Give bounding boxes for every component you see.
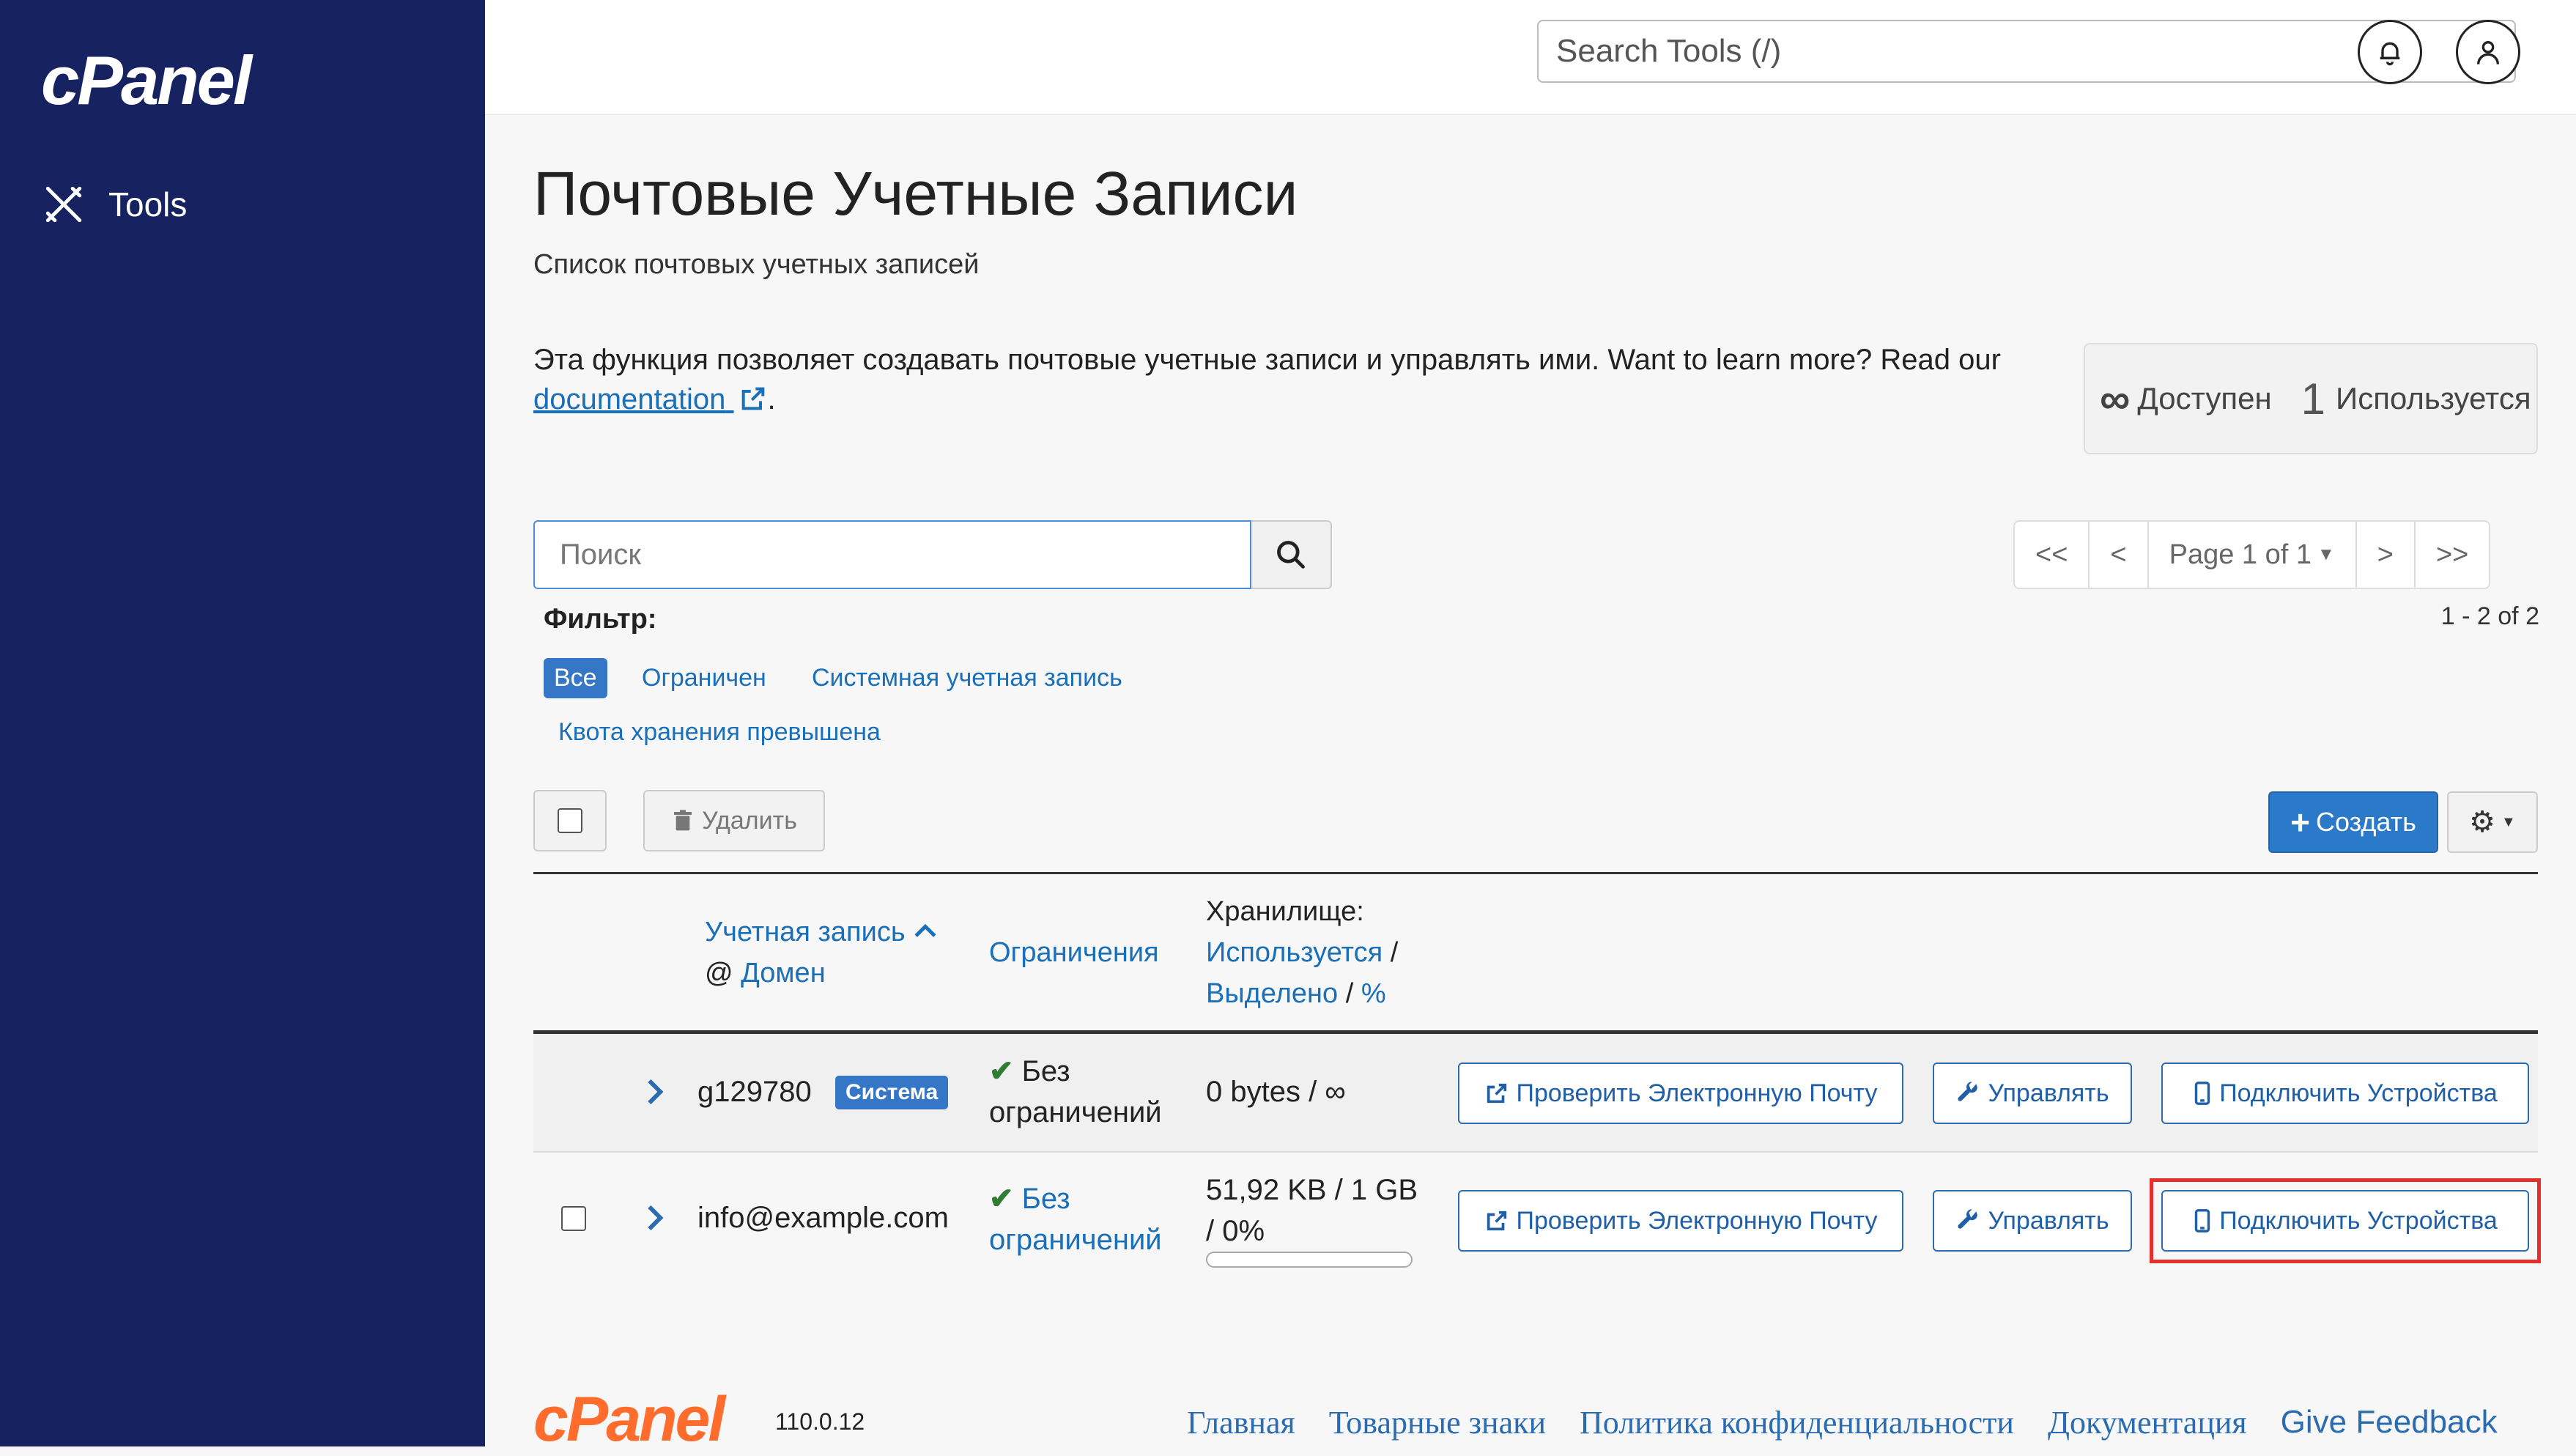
account-search-input[interactable] [533, 520, 1251, 589]
version-label: 110.0.12 [775, 1408, 865, 1435]
footer-link-feedback[interactable]: Give Feedback [2281, 1404, 2498, 1441]
storage-cell: 0 bytes / ∞ [1206, 1076, 1346, 1108]
delete-button[interactable]: Удалить [643, 790, 825, 851]
gear-icon: ⚙ [2469, 806, 2496, 838]
notifications-button[interactable] [2358, 20, 2422, 84]
account-search-button[interactable] [1251, 520, 1332, 589]
page-select[interactable]: Page 1 of 1 ▼ [2149, 522, 2357, 588]
search-icon [1277, 541, 1305, 569]
filter-restricted[interactable]: Ограничен [642, 664, 766, 692]
available-label: Доступен [2137, 381, 2272, 415]
footer-link-privacy[interactable]: Политика конфиденциальности [1580, 1404, 2014, 1441]
highlight-frame [2150, 1178, 2541, 1263]
system-badge: Система [835, 1076, 949, 1109]
sort-domain-link[interactable]: Домен [741, 958, 826, 988]
sidebar-item-tools[interactable]: Tools [42, 183, 187, 226]
check-icon: ✔ [989, 1183, 1014, 1215]
mobile-icon [2194, 1082, 2210, 1105]
used-count: 1 [2301, 374, 2326, 424]
chevron-right-icon[interactable] [643, 1203, 665, 1233]
description-text: Эта функция позволяет создавать почтовые… [533, 344, 2001, 376]
row-checkbox[interactable] [561, 1206, 586, 1231]
column-account: Учетная запись @ Домен [705, 912, 938, 994]
top-bar [485, 0, 2576, 115]
storage-cell: 51,92 KB / 1 GB / 0% [1206, 1174, 1418, 1247]
footer-link-home[interactable]: Главная [1187, 1404, 1295, 1441]
filter-system-account[interactable]: Системная учетная запись [812, 664, 1122, 692]
manage-button[interactable]: Управлять [1933, 1063, 2132, 1124]
pagination: << < Page 1 of 1 ▼ > >> [2013, 520, 2491, 589]
filter-all[interactable]: Все [544, 658, 607, 698]
sort-limits-link[interactable]: Ограничения [989, 937, 1159, 968]
footer-links: Главная Товарные знаки Политика конфиден… [1187, 1404, 2498, 1441]
create-button[interactable]: + Создать [2268, 791, 2438, 853]
user-icon [2477, 40, 2499, 64]
first-page-button[interactable]: << [2015, 522, 2090, 588]
account-search [533, 520, 1332, 589]
results-count: 1 - 2 of 2 [2440, 602, 2539, 630]
trash-icon [674, 810, 692, 831]
caret-down-icon: ▼ [2317, 544, 2335, 564]
sort-account-link[interactable]: Учетная запись [705, 917, 906, 947]
filter-label: Фильтр: [544, 604, 657, 635]
tools-search-input[interactable] [1555, 32, 2422, 70]
footer-link-trademarks[interactable]: Товарные знаки [1329, 1404, 1546, 1441]
account-name: g129780 [697, 1076, 812, 1108]
tools-icon [45, 186, 82, 223]
sidebar: cPanel Tools [0, 0, 485, 1446]
account-stats: ∞ Доступен 1 Используется [2084, 343, 2538, 454]
select-all-checkbox[interactable] [558, 808, 582, 833]
check-email-button[interactable]: Проверить Электронную Почту [1458, 1063, 1903, 1124]
check-email-button[interactable]: Проверить Электронную Почту [1458, 1190, 1903, 1252]
page-description: Эта функция позволяет создавать почтовые… [533, 344, 2001, 415]
caret-down-icon: ▼ [2501, 813, 2516, 830]
table-top-divider [533, 872, 2538, 874]
footer-cpanel-logo[interactable]: cPanel [533, 1383, 725, 1456]
plus-icon: + [2290, 803, 2311, 841]
external-link-icon [1487, 1211, 1506, 1231]
external-link-icon [741, 387, 764, 410]
account-name: info@example.com [697, 1202, 949, 1234]
last-page-button[interactable]: >> [2416, 522, 2489, 588]
wrench-icon [1958, 1082, 1978, 1101]
page-subtitle: Список почтовых учетных записей [533, 249, 980, 280]
sort-percent-link[interactable]: % [1361, 978, 1386, 1009]
column-storage: Хранилище: Используется / Выделено / % [1206, 896, 1399, 1009]
infinity-icon: ∞ [2100, 374, 2131, 423]
cpanel-logo[interactable]: cPanel [41, 41, 252, 120]
settings-dropdown[interactable]: ⚙ ▼ [2447, 791, 2538, 853]
manage-button[interactable]: Управлять [1933, 1190, 2132, 1252]
external-link-icon [1487, 1083, 1506, 1104]
column-limits: Ограничения [989, 932, 1159, 973]
documentation-link[interactable]: documentation [533, 383, 768, 415]
connect-devices-button[interactable]: Подключить Устройства [2161, 1063, 2529, 1124]
sort-allocated-link[interactable]: Выделено [1206, 978, 1338, 1009]
user-menu-button[interactable] [2456, 20, 2520, 84]
sort-used-link[interactable]: Используется [1206, 937, 1383, 968]
footer-link-documentation[interactable]: Документация [2048, 1404, 2247, 1441]
limits-cell: ✔ Без ограничений [989, 1055, 1162, 1128]
prev-page-button[interactable]: < [2090, 522, 2149, 588]
page-title: Почтовые Учетные Записи [533, 159, 1298, 228]
used-label: Используется [2336, 381, 2531, 415]
wrench-icon [1958, 1209, 1978, 1229]
bell-icon [2380, 42, 2400, 66]
check-icon: ✔ [989, 1055, 1014, 1087]
chevron-right-icon[interactable] [643, 1077, 665, 1106]
chevron-up-icon [914, 923, 936, 937]
storage-progress-bar [1206, 1252, 1413, 1268]
select-all-wrapper [533, 790, 607, 851]
sidebar-item-label: Tools [108, 185, 188, 223]
next-page-button[interactable]: > [2357, 522, 2416, 588]
limits-cell[interactable]: ✔ Без ограничений [989, 1178, 1162, 1260]
filter-quota-exceeded[interactable]: Квота хранения превышена [558, 718, 881, 747]
